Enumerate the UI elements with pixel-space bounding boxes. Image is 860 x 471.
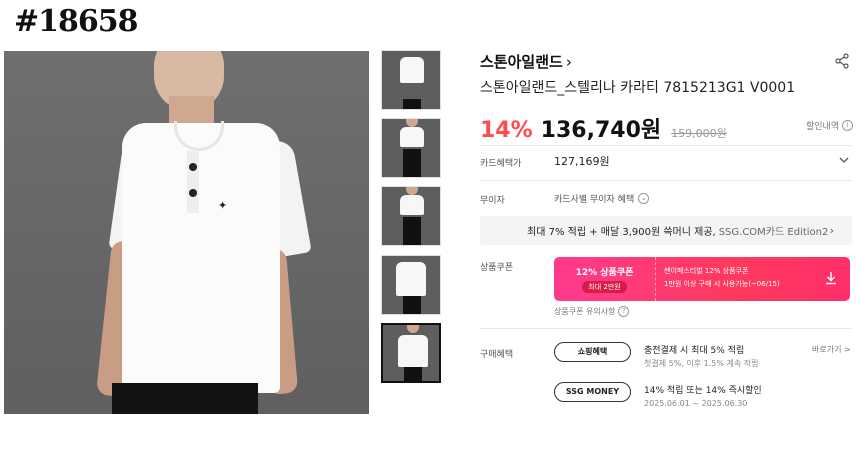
interest-free-label: 무이자 (480, 196, 505, 206)
thumb-pants (404, 367, 422, 381)
star-logo-icon: ✦ (218, 199, 228, 212)
thumb-pants (403, 296, 421, 314)
model-pants (112, 383, 258, 414)
interest-free-value: 카드사별 무이자 혜택 (554, 195, 635, 205)
question-icon: ? (618, 306, 630, 317)
post-id: #18658 (14, 4, 139, 39)
coupon-download-card[interactable]: 12% 상품쿠폰 최대 2만원 쌘이페스티벌 12% 상품쿠폰 1만원 이상 구… (554, 257, 850, 301)
discount-history-link[interactable]: 할인내역 i (806, 119, 854, 132)
info-icon: i (842, 120, 854, 131)
view-more-link[interactable]: 바로가기 > (812, 344, 851, 355)
sale-price: 136,740원 (540, 118, 662, 143)
thumb-head (406, 119, 418, 127)
divider (480, 328, 852, 329)
shirt-placket (187, 151, 199, 213)
download-icon[interactable] (824, 271, 838, 285)
chevron-right-icon: › (565, 52, 572, 71)
thumb-pants (403, 217, 421, 245)
promo-main-text: 최대 7% 적립 + 매달 3,900원 쓱머니 제공, (527, 227, 716, 238)
share-icon[interactable] (834, 53, 850, 69)
thumb-head (406, 187, 418, 195)
thumb-shirt (396, 262, 426, 296)
discount-rate: 14% (480, 118, 533, 143)
card-benefit-label: 카드혜택가 (480, 159, 522, 169)
card-benefit-value: 127,169원 (554, 155, 610, 168)
shopping-benefit-button[interactable]: 쇼핑혜택 (554, 342, 631, 362)
thumb-shirt (398, 335, 428, 367)
thumb-pants (403, 99, 421, 109)
thumb-head (407, 325, 419, 333)
original-price: 159,000원 (671, 127, 727, 140)
price-row: 14% 136,740원 159,000원 (480, 112, 727, 144)
circle-chevron-down-icon: ⌄ (638, 193, 650, 204)
divider (480, 180, 852, 181)
purchase-benefit-label: 구매혜택 (480, 350, 514, 360)
interest-free-link[interactable]: 카드사별 무이자 혜택 ⌄ (554, 192, 650, 205)
thumbnail-5[interactable] (381, 323, 441, 383)
coupon-label: 상품쿠폰 (480, 263, 514, 273)
coupon-title: 12% 상품쿠폰 (575, 268, 634, 278)
chevron-right-icon: › (829, 224, 834, 237)
shirt-button (189, 189, 197, 197)
chevron-down-icon[interactable] (838, 154, 850, 166)
shirt-button (189, 163, 197, 171)
coupon-desc: 쌘이페스티벌 12% 상품쿠폰 1만원 이상 구매 시 사용가능(~06/15) (664, 265, 780, 291)
product-main-image[interactable]: ✦ (4, 51, 369, 414)
coupon-note-text: 상품쿠폰 유의사항 (554, 307, 616, 316)
brand-name: 스톤아일랜드 (480, 53, 563, 71)
divider (480, 145, 852, 146)
coupon-max-badge: 최대 2만원 (582, 281, 627, 293)
thumb-shirt (400, 195, 424, 215)
card-promo-banner[interactable]: 최대 7% 적립 + 매달 3,900원 쓱머니 제공, SSG.COM카드 E… (480, 216, 852, 245)
thumbnail-3[interactable] (381, 186, 441, 246)
brand-link[interactable]: 스톤아일랜드 › (480, 51, 572, 72)
product-title: 스톤아일랜드_스텔리나 카라티 7815213G1 V0001 (480, 80, 796, 96)
benefit-1-line2: 첫결제 5%, 이후 1.5% 계속 적립 (644, 359, 759, 368)
thumb-shirt (400, 127, 424, 147)
thumb-shirt (400, 57, 424, 83)
ssg-money-button[interactable]: SSG MONEY (554, 382, 631, 402)
coupon-line2: 1만원 이상 구매 시 사용가능(~06/15) (664, 280, 780, 288)
coupon-left: 12% 상품쿠폰 최대 2만원 (554, 257, 656, 301)
coupon-notice-link[interactable]: 상품쿠폰 유의사항 ? (554, 306, 630, 317)
thumbnail-4[interactable] (381, 255, 441, 315)
thumbnail-1[interactable] (381, 50, 441, 110)
benefit-2-line2: 2025.06.01 ~ 2025.06.30 (644, 399, 748, 408)
thumb-pants (403, 149, 421, 177)
discount-history-label: 할인내역 (806, 122, 840, 132)
promo-sub-text: SSG.COM카드 Edition2 (718, 227, 829, 238)
benefit-1-line1: 충전결제 시 최대 5% 적립 (644, 346, 745, 356)
coupon-line1: 쌘이페스티벌 12% 상품쿠폰 (664, 267, 749, 275)
polo-shirt (122, 123, 280, 393)
benefit-2-line1: 14% 적립 또는 14% 즉시할인 (644, 386, 762, 396)
thumbnail-2[interactable] (381, 118, 441, 178)
